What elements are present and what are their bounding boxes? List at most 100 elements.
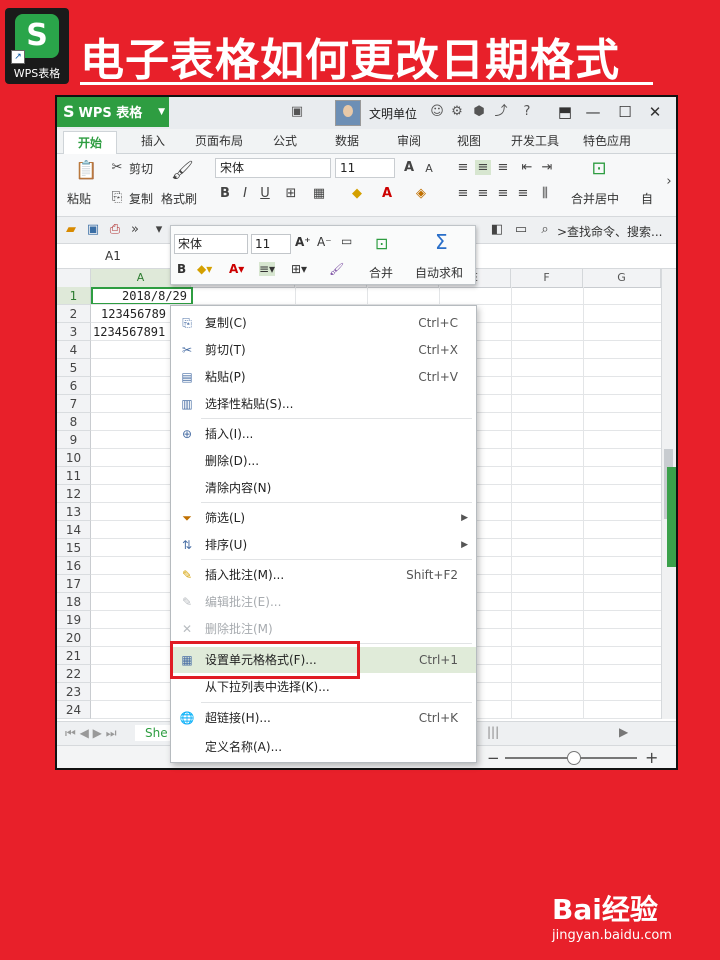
name-box[interactable]: A1 <box>105 249 121 263</box>
auto-wrap-button[interactable]: 自 <box>641 190 653 207</box>
menu-item-insert-comment[interactable]: ✎ 插入批注(M)... Shift+F2 <box>171 562 476 588</box>
open-folder-icon[interactable]: ▰ <box>63 222 79 237</box>
horizontal-scroll-thumb[interactable]: ||| <box>487 725 499 739</box>
command-search-input[interactable]: >查找命令、搜索... <box>557 223 663 240</box>
menu-item-paste-special[interactable]: ▥ 选择性粘贴(S)... <box>171 391 476 417</box>
paste-button[interactable]: 粘贴 <box>67 190 91 207</box>
cell-a1[interactable]: 2018/8/29 <box>91 287 193 305</box>
column-header-g[interactable]: G <box>583 269 661 287</box>
sheet-nav-icons[interactable]: ⏮ ◀ ▶ ⏭ <box>65 726 117 741</box>
scroll-right-icon[interactable]: ▶ <box>619 725 628 739</box>
row-header[interactable]: 5 <box>57 359 91 377</box>
row-header[interactable]: 17 <box>57 575 91 593</box>
row-header[interactable]: 8 <box>57 413 91 431</box>
cut-button[interactable]: 剪切 <box>129 160 153 177</box>
decrease-font-icon[interactable]: A <box>421 162 437 175</box>
menu-item-cut[interactable]: ✂ 剪切(T) Ctrl+X <box>171 337 476 363</box>
mini-increase-font-icon[interactable]: A⁺ <box>295 235 311 249</box>
menu-item-define-name[interactable]: 定义名称(A)... <box>171 734 476 760</box>
align-left-icon[interactable]: ≡ <box>455 186 471 201</box>
zoom-out-icon[interactable]: − <box>487 749 500 767</box>
row-header[interactable]: 4 <box>57 341 91 359</box>
row-header[interactable]: 14 <box>57 521 91 539</box>
cell-a3[interactable]: 1234567891 <box>93 323 165 341</box>
align-middle-icon[interactable]: ≡ <box>475 160 491 175</box>
indent-icon[interactable]: ⇤ <box>519 160 535 175</box>
zoom-slider-handle[interactable] <box>567 751 581 765</box>
tab-view[interactable]: 视图 <box>457 132 481 149</box>
screen-icon[interactable]: ▭ <box>513 222 529 237</box>
fill-color-icon[interactable]: ▦ <box>311 186 327 201</box>
italic-icon[interactable]: I <box>237 186 253 201</box>
mini-decrease-font-icon[interactable]: A⁻ <box>317 235 332 249</box>
row-header[interactable]: 10 <box>57 449 91 467</box>
menu-item-hyperlink[interactable]: 🌐 超链接(H)... Ctrl+K <box>171 705 476 731</box>
menu-item-filter[interactable]: ⏷ 筛选(L) ▶ <box>171 505 476 531</box>
tab-insert[interactable]: 插入 <box>141 132 165 149</box>
font-name-select[interactable]: 宋体 <box>215 158 331 178</box>
document-icon[interactable]: ▣ <box>289 104 305 120</box>
wps-menu-button[interactable]: S WPS 表格 ▼ <box>57 97 169 127</box>
skin-icon[interactable]: ⬢ <box>471 104 487 120</box>
row-header[interactable]: 1 <box>57 287 91 305</box>
cut-icon[interactable]: ✂ <box>109 160 125 175</box>
row-header[interactable]: 3 <box>57 323 91 341</box>
minimize-button[interactable]: — <box>581 101 605 123</box>
underline-icon[interactable]: U <box>257 186 273 201</box>
row-header[interactable]: 18 <box>57 593 91 611</box>
tab-developer[interactable]: 开发工具 <box>511 132 559 149</box>
row-header[interactable]: 22 <box>57 665 91 683</box>
menu-item-delete[interactable]: 删除(D)... <box>171 448 476 474</box>
clear-format-icon[interactable]: ◈ <box>413 186 429 201</box>
row-header[interactable]: 12 <box>57 485 91 503</box>
zoom-in-icon[interactable]: + <box>645 748 658 767</box>
highlight-icon[interactable]: ◆ <box>349 186 365 201</box>
mini-format-painter-icon[interactable]: 🖌 <box>329 262 344 276</box>
tab-features[interactable]: 特色应用 <box>583 132 631 149</box>
justify-icon[interactable]: ≡ <box>515 186 531 201</box>
mini-font-name-select[interactable]: 宋体 <box>174 234 248 254</box>
row-header[interactable]: 24 <box>57 701 91 719</box>
format-painter-button[interactable]: 格式刷 <box>161 190 197 207</box>
paste-icon[interactable]: 📋 <box>75 160 97 181</box>
mini-merge-icon[interactable]: ⊡ <box>375 234 388 253</box>
select-all-corner[interactable] <box>57 269 91 287</box>
share-icon[interactable]: ⤴ <box>493 104 509 120</box>
copy-button[interactable]: 复制 <box>129 190 153 207</box>
mini-border-icon[interactable]: ⊞▾ <box>291 262 307 276</box>
format-painter-icon[interactable]: 🖌 <box>171 160 194 181</box>
bold-icon[interactable]: B <box>217 186 233 201</box>
merge-center-icon[interactable]: ⊡ <box>591 158 607 179</box>
font-color-icon[interactable]: A <box>379 186 395 201</box>
user-name[interactable]: 文明单位 <box>369 105 417 122</box>
settings-icon[interactable]: ⚙ <box>449 104 465 120</box>
mini-comment-icon[interactable]: ▭ <box>341 234 352 248</box>
ribbon-scroll-right-icon[interactable]: › <box>661 174 676 189</box>
align-center-icon[interactable]: ≡ <box>475 186 491 201</box>
side-panel-handle[interactable] <box>667 467 676 567</box>
font-size-select[interactable]: 11 <box>335 158 395 178</box>
mini-autosum-icon[interactable]: Σ <box>435 230 448 254</box>
row-header[interactable]: 9 <box>57 431 91 449</box>
menu-item-sort[interactable]: ⇅ 排序(U) ▶ <box>171 532 476 558</box>
merge-center-button[interactable]: 合并居中 <box>571 190 619 207</box>
tab-review[interactable]: 审阅 <box>397 132 421 149</box>
column-header-f[interactable]: F <box>511 269 583 287</box>
mini-align-center-icon[interactable]: ≡▾ <box>259 262 276 276</box>
mini-autosum-button[interactable]: 自动求和 <box>415 264 463 281</box>
save-icon[interactable]: ▣ <box>85 222 101 237</box>
row-header[interactable]: 23 <box>57 683 91 701</box>
view-icon[interactable]: ◧ <box>489 222 505 237</box>
mini-highlight-icon[interactable]: ◆▾ <box>197 262 212 276</box>
row-header[interactable]: 13 <box>57 503 91 521</box>
row-header[interactable]: 16 <box>57 557 91 575</box>
row-header[interactable]: 7 <box>57 395 91 413</box>
distribute-icon[interactable]: ⫼ <box>537 186 553 201</box>
menu-item-paste[interactable]: ▤ 粘贴(P) Ctrl+V <box>171 364 476 390</box>
row-header[interactable]: 15 <box>57 539 91 557</box>
more-icon[interactable]: » <box>127 222 143 237</box>
tab-page-layout[interactable]: 页面布局 <box>195 132 243 149</box>
mini-merge-button[interactable]: 合并 <box>369 264 393 281</box>
avatar[interactable] <box>335 100 361 126</box>
outdent-icon[interactable]: ⇥ <box>539 160 555 175</box>
